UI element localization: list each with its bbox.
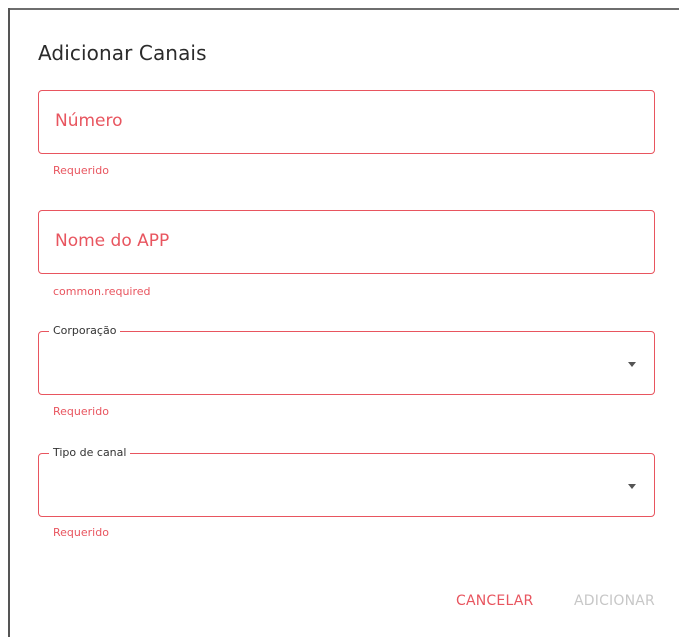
nome-app-input[interactable] xyxy=(39,211,654,273)
corporacao-label: Corporação xyxy=(49,323,121,339)
tipo-canal-helper-text: Requerido xyxy=(53,526,109,539)
nome-app-helper-text: common.required xyxy=(53,285,151,298)
add-channels-dialog: Adicionar Canais Número Requerido Nome d… xyxy=(10,10,679,637)
tipo-canal-select[interactable]: Tipo de canal xyxy=(38,445,655,517)
caret-down-icon[interactable] xyxy=(628,362,636,367)
tipo-canal-label: Tipo de canal xyxy=(49,445,131,461)
app-frame: Adicionar Canais Número Requerido Nome d… xyxy=(0,0,679,637)
numero-input[interactable] xyxy=(39,91,654,153)
numero-field[interactable]: Número xyxy=(38,90,655,154)
corporacao-select[interactable]: Corporação xyxy=(38,323,655,395)
caret-down-icon[interactable] xyxy=(628,484,636,489)
cancel-button[interactable]: CANCELAR xyxy=(456,593,533,609)
corporacao-helper-text: Requerido xyxy=(53,405,109,418)
add-button[interactable]: ADICIONAR xyxy=(574,593,655,609)
nome-app-field[interactable]: Nome do APP xyxy=(38,210,655,274)
dialog-title: Adicionar Canais xyxy=(38,41,207,65)
numero-helper-text: Requerido xyxy=(53,164,109,177)
